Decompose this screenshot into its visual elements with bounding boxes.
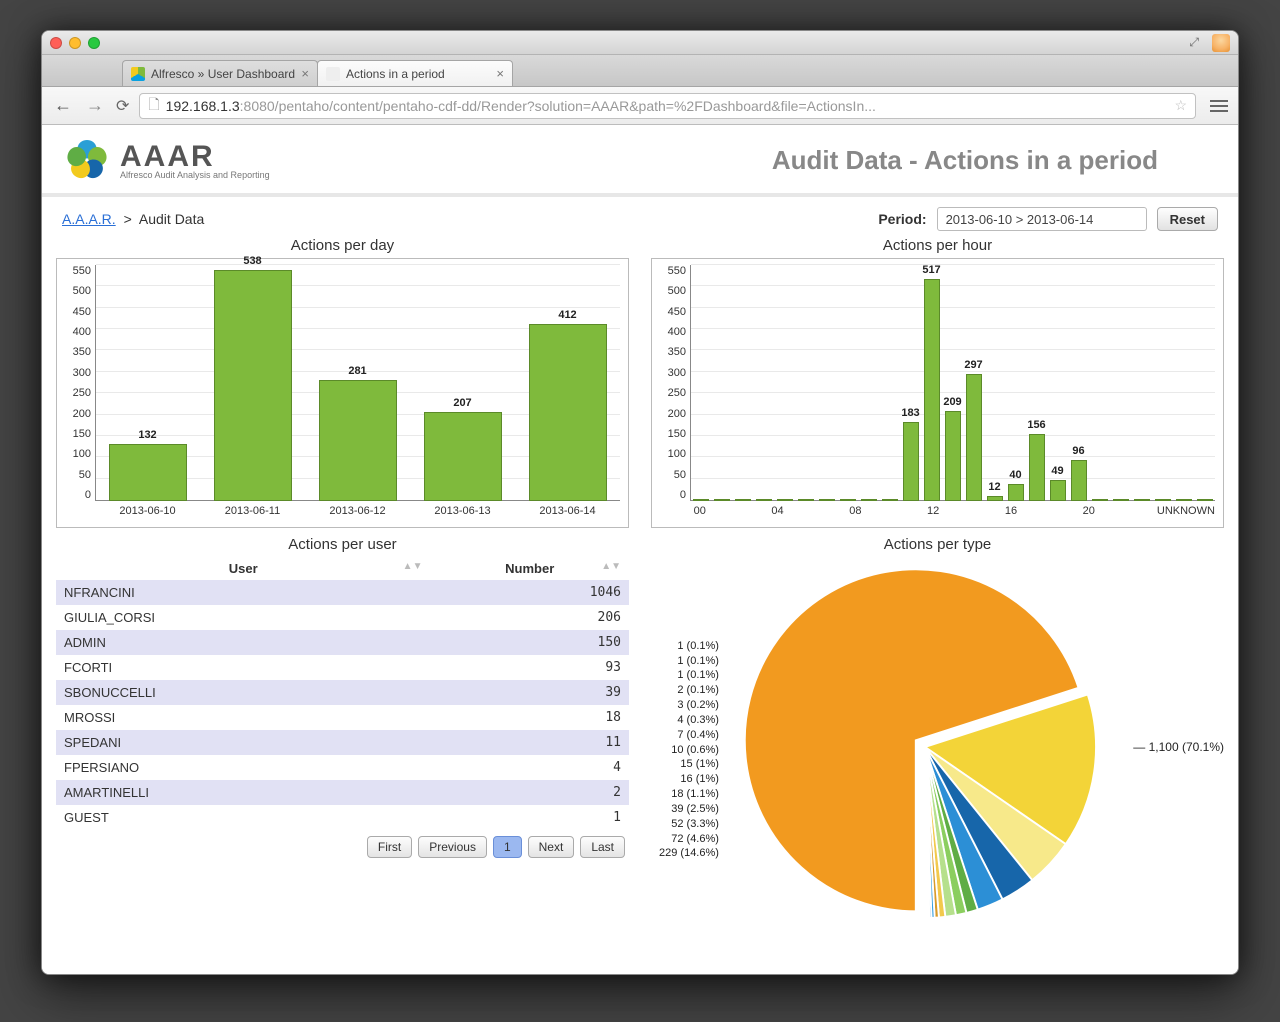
panel-actions-per-hour: Actions per hour 55050045040035030025020… (651, 237, 1224, 528)
table-title: Actions per user (56, 536, 629, 553)
favicon-icon (326, 67, 340, 81)
url-field[interactable]: 🗋 192.168.1.3 :8080/pentaho/content/pent… (139, 93, 1196, 119)
chart-title: Actions per day (56, 237, 629, 254)
panel-actions-per-user: Actions per user User▲▼ Number▲▼ NFRANCI… (56, 536, 629, 937)
col-user[interactable]: User▲▼ (56, 557, 430, 580)
table-row[interactable]: NFRANCINI1046 (56, 580, 629, 605)
cell-user: FCORTI (56, 655, 430, 680)
tab-label: Actions in a period (346, 67, 445, 81)
pie-chart-actions-per-type[interactable]: 1 (0.1%)1 (0.1%)1 (0.1%)2 (0.1%)3 (0.2%)… (651, 557, 1224, 937)
toolbar: A.A.A.R. > Audit Data Period: Reset (42, 197, 1238, 237)
profile-avatar-icon[interactable] (1212, 34, 1230, 52)
url-path: :8080/pentaho/content/pentaho-cdf-dd/Ren… (240, 98, 876, 114)
table-row[interactable]: GIULIA_CORSI206 (56, 605, 629, 630)
browser-window: ⤢ Alfresco » User Dashboard × Actions in… (41, 30, 1239, 975)
favicon-icon (131, 67, 145, 81)
reload-button[interactable]: ⟳ (116, 96, 129, 116)
pie-svg (735, 557, 1115, 937)
title-bar: ⤢ (42, 31, 1238, 55)
cell-user: SPEDANI (56, 730, 430, 755)
period-input[interactable] (937, 207, 1147, 231)
sort-icon: ▲▼ (403, 561, 423, 572)
pie-main-label: — 1,100 (70.1%) (1133, 740, 1224, 754)
cell-number: 4 (430, 755, 629, 780)
logo: AAAR Alfresco Audit Analysis and Reporti… (62, 135, 270, 185)
reset-button[interactable]: Reset (1157, 207, 1218, 231)
chart-title: Actions per hour (651, 237, 1224, 254)
cell-user: MROSSI (56, 705, 430, 730)
bookmark-star-icon[interactable]: ☆ (1174, 97, 1187, 114)
cell-user: GUEST (56, 805, 430, 830)
dashboard-grid: Actions per day 550500450400350300250200… (42, 237, 1238, 951)
url-host: 192.168.1.3 (166, 98, 240, 114)
pager-page-1[interactable]: 1 (493, 836, 522, 858)
cell-number: 11 (430, 730, 629, 755)
col-number[interactable]: Number▲▼ (430, 557, 629, 580)
bar-chart-actions-per-day[interactable]: 5505004504003503002502001501005001325382… (56, 258, 629, 528)
window-close-button[interactable] (50, 37, 62, 49)
breadcrumb-root-link[interactable]: A.A.A.R. (62, 211, 116, 227)
cell-user: AMARTINELLI (56, 780, 430, 805)
cell-user: GIULIA_CORSI (56, 605, 430, 630)
page-title: Audit Data - Actions in a period (772, 145, 1158, 176)
pager-last[interactable]: Last (580, 836, 625, 858)
tab-actions-in-period[interactable]: Actions in a period × (317, 60, 513, 86)
user-table: User▲▼ Number▲▼ NFRANCINI1046GIULIA_CORS… (56, 557, 629, 830)
pager-previous[interactable]: Previous (418, 836, 487, 858)
cell-number: 1 (430, 805, 629, 830)
pager-next[interactable]: Next (528, 836, 575, 858)
logo-text: AAAR (120, 140, 270, 174)
logo-tagline: Alfresco Audit Analysis and Reporting (120, 170, 270, 180)
tab-label: Alfresco » User Dashboard (151, 67, 295, 81)
breadcrumb-sep: > (124, 211, 132, 227)
window-zoom-button[interactable] (88, 37, 100, 49)
tab-alfresco-dashboard[interactable]: Alfresco » User Dashboard × (122, 60, 318, 86)
address-bar: ← → ⟳ 🗋 192.168.1.3 :8080/pentaho/conten… (42, 87, 1238, 125)
menu-button[interactable] (1210, 100, 1228, 112)
breadcrumb-current: Audit Data (139, 211, 204, 227)
forward-button[interactable]: → (84, 95, 106, 116)
cell-number: 93 (430, 655, 629, 680)
cell-number: 2 (430, 780, 629, 805)
pager: First Previous 1 Next Last (56, 830, 629, 864)
table-row[interactable]: SPEDANI11 (56, 730, 629, 755)
table-row[interactable]: MROSSI18 (56, 705, 629, 730)
pager-first[interactable]: First (367, 836, 412, 858)
close-icon[interactable]: × (301, 66, 309, 81)
cell-number: 1046 (430, 580, 629, 605)
cell-number: 18 (430, 705, 629, 730)
cell-user: NFRANCINI (56, 580, 430, 605)
table-row[interactable]: AMARTINELLI2 (56, 780, 629, 805)
sort-icon: ▲▼ (601, 561, 621, 572)
table-row[interactable]: FPERSIANO4 (56, 755, 629, 780)
cell-user: SBONUCCELLI (56, 680, 430, 705)
table-row[interactable]: FCORTI93 (56, 655, 629, 680)
chart-title: Actions per type (651, 536, 1224, 553)
table-row[interactable]: ADMIN150 (56, 630, 629, 655)
cell-number: 206 (430, 605, 629, 630)
cell-user: ADMIN (56, 630, 430, 655)
back-button[interactable]: ← (52, 95, 74, 116)
table-row[interactable]: GUEST1 (56, 805, 629, 830)
fullscreen-icon[interactable]: ⤢ (1189, 35, 1199, 50)
cell-number: 39 (430, 680, 629, 705)
panel-actions-per-day: Actions per day 550500450400350300250200… (56, 237, 629, 528)
period-label: Period: (878, 211, 926, 227)
panel-actions-per-type: Actions per type 1 (0.1%)1 (0.1%)1 (0.1%… (651, 536, 1224, 937)
table-row[interactable]: SBONUCCELLI39 (56, 680, 629, 705)
period-filter: Period: Reset (878, 207, 1218, 231)
page: AAAR Alfresco Audit Analysis and Reporti… (42, 125, 1238, 974)
header: AAAR Alfresco Audit Analysis and Reporti… (42, 125, 1238, 197)
tab-strip: Alfresco » User Dashboard × Actions in a… (42, 55, 1238, 87)
logo-icon (62, 135, 112, 185)
breadcrumb: A.A.A.R. > Audit Data (62, 211, 204, 227)
close-icon[interactable]: × (496, 66, 504, 81)
cell-user: FPERSIANO (56, 755, 430, 780)
cell-number: 150 (430, 630, 629, 655)
page-icon: 🗋 (148, 94, 159, 118)
bar-chart-actions-per-hour[interactable]: 5505004504003503002502001501005001835172… (651, 258, 1224, 528)
pie-slice-labels: 1 (0.1%)1 (0.1%)1 (0.1%)2 (0.1%)3 (0.2%)… (651, 633, 723, 862)
window-minimize-button[interactable] (69, 37, 81, 49)
